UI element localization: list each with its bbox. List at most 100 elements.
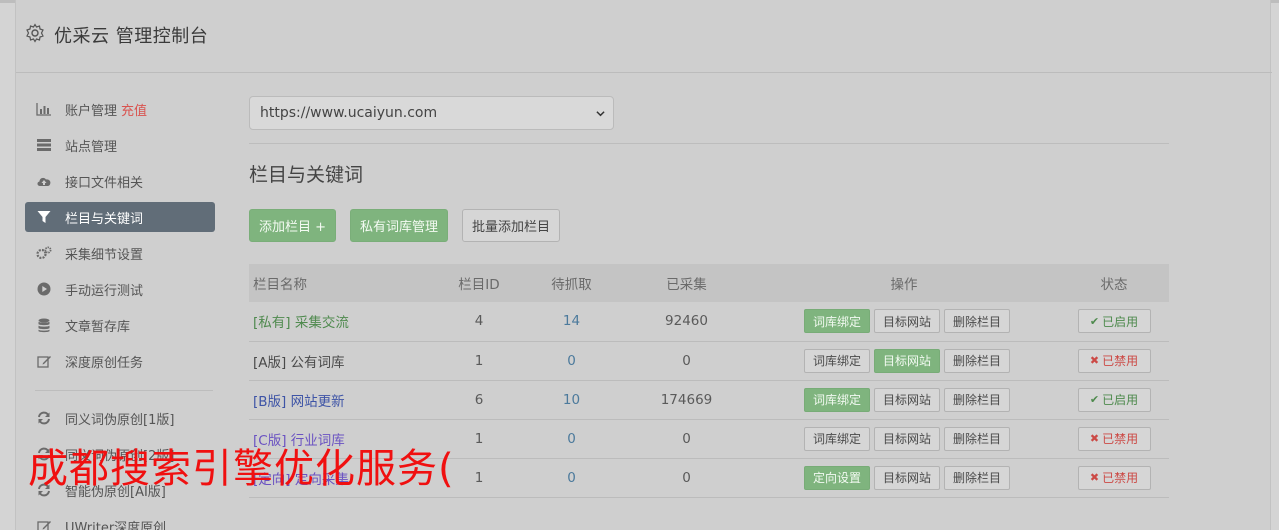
status-toggle[interactable]: ✔ 已启用 [1077, 387, 1151, 412]
table-row: [A版] 公有词库 1 0 0 词库绑定 目标网站 删除栏目 ✖ 已禁用 [249, 341, 1169, 380]
database-icon [36, 317, 52, 333]
target-site-button[interactable]: 目标网站 [873, 309, 940, 334]
status-label: 已启用 [1102, 393, 1139, 407]
chevron-down-icon [596, 111, 605, 117]
pending-count: 10 [562, 391, 581, 408]
sidebar-item-account[interactable]: 账户管理 充值 [25, 94, 215, 124]
delete-column-button[interactable]: 删除栏目 [944, 387, 1011, 412]
col-header-collected: 已采集 [666, 277, 707, 293]
status-label: 已禁用 [1102, 432, 1139, 446]
status-toggle[interactable]: ✖ 已禁用 [1077, 426, 1151, 451]
sidebar-item-api-files[interactable]: 接口文件相关 [25, 166, 215, 196]
server-icon [36, 137, 52, 153]
cogs-icon [36, 245, 52, 261]
col-header-id: 栏目ID [458, 277, 500, 293]
sidebar-divider [35, 390, 213, 391]
column-id: 4 [474, 313, 484, 330]
sidebar-item-columns-keywords[interactable]: 栏目与关键词 [25, 202, 215, 232]
watermark-text: 成都搜索引擎优化服务( [28, 446, 455, 492]
collected-count: 0 [682, 352, 691, 369]
check-icon: ✔ [1089, 393, 1100, 406]
gear-icon [26, 23, 44, 43]
col-header-pending: 待抓取 [551, 277, 592, 293]
col-header-name: 栏目名称 [253, 277, 307, 293]
column-id: 1 [474, 352, 484, 369]
sidebar-item-label: 接口文件相关 [65, 175, 144, 191]
close-icon: ✖ [1089, 471, 1100, 484]
sidebar-item-sites[interactable]: 站点管理 [25, 130, 215, 160]
delete-column-button[interactable]: 删除栏目 [944, 309, 1011, 334]
play-circle-icon [36, 281, 52, 297]
bind-lib-button[interactable]: 词库绑定 [803, 348, 870, 373]
add-column-button[interactable]: 添加栏目 + [249, 209, 337, 242]
sidebar-item-label: UWriter深度原创 [65, 520, 167, 530]
close-icon: ✖ [1089, 432, 1100, 445]
delete-column-button[interactable]: 删除栏目 [944, 465, 1011, 490]
target-site-button[interactable]: 目标网站 [873, 348, 940, 373]
sidebar-item-label: 站点管理 [65, 139, 118, 155]
delete-column-button[interactable]: 删除栏目 [944, 426, 1011, 451]
bar-chart-icon [36, 101, 52, 117]
pending-count: 0 [567, 430, 576, 447]
sidebar-item-deep-original[interactable]: 深度原创任务 [25, 346, 215, 376]
check-icon: ✔ [1089, 314, 1100, 328]
filter-icon [36, 209, 52, 225]
pending-count: 0 [567, 352, 576, 369]
target-site-button[interactable]: 目标网站 [873, 465, 940, 490]
table-header-row: 栏目名称 栏目ID 待抓取 已采集 操作 状态 [249, 264, 1169, 302]
status-toggle[interactable]: ✖ 已禁用 [1077, 465, 1151, 490]
pending-count: 0 [567, 469, 576, 486]
sidebar-item-label: 同义词伪原创[1版] [65, 412, 175, 428]
page-title: 优采云 管理控制台 [54, 26, 209, 47]
sidebar-item-label: 采集细节设置 [65, 247, 144, 263]
recharge-link[interactable]: 充值 [121, 100, 147, 119]
sidebar-item-label: 文章暂存库 [65, 319, 131, 335]
collected-count: 174669 [660, 391, 713, 408]
header: 优采云 管理控制台 [16, 3, 1272, 73]
collected-count: 92460 [665, 313, 708, 330]
bind-lib-button[interactable]: 词库绑定 [803, 426, 870, 451]
sidebar-item-collect-settings[interactable]: 采集细节设置 [25, 238, 215, 268]
sidebar-item-label: 手动运行测试 [65, 283, 144, 299]
sidebar-item-uwriter[interactable]: UWriter深度原创 [25, 511, 215, 530]
status-label: 已禁用 [1102, 471, 1139, 485]
column-name-link[interactable]: [B版] 网站更新 [253, 394, 345, 410]
private-lib-button[interactable]: 私有词库管理 [350, 209, 449, 242]
sidebar-item-article-store[interactable]: 文章暂存库 [25, 310, 215, 340]
refresh-icon [36, 410, 52, 426]
directed-settings-button[interactable]: 定向设置 [803, 465, 870, 490]
batch-add-button[interactable]: 批量添加栏目 [462, 209, 561, 242]
close-icon: ✖ [1089, 354, 1100, 367]
cloud-upload-icon [36, 173, 52, 189]
edit-icon [36, 353, 52, 369]
sidebar-item-label: 深度原创任务 [65, 355, 144, 371]
pending-count: 14 [562, 313, 581, 330]
column-name-link[interactable]: [A版] 公有词库 [253, 355, 345, 371]
target-site-button[interactable]: 目标网站 [873, 387, 940, 412]
col-header-ops: 操作 [890, 277, 918, 293]
collected-count: 0 [682, 469, 691, 486]
action-buttons: 添加栏目 + 私有词库管理 批量添加栏目 [249, 209, 1169, 242]
section-title: 栏目与关键词 [249, 164, 364, 186]
divider [249, 143, 1169, 144]
sidebar-item-synonym-v1[interactable]: 同义词伪原创[1版] [25, 403, 215, 433]
target-site-button[interactable]: 目标网站 [873, 426, 940, 451]
site-select-value: https://www.ucaiyun.com [260, 105, 438, 121]
status-label: 已禁用 [1102, 354, 1139, 368]
site-select[interactable]: https://www.ucaiyun.com [249, 96, 614, 130]
status-toggle[interactable]: ✖ 已禁用 [1077, 348, 1151, 373]
table-row: [私有] 采集交流 4 14 92460 词库绑定 目标网站 删除栏目 ✔ 已启用 [249, 302, 1169, 341]
sidebar-item-label: 栏目与关键词 [65, 211, 144, 227]
column-id: 6 [474, 391, 484, 408]
sidebar-item-manual-run[interactable]: 手动运行测试 [25, 274, 215, 304]
status-toggle[interactable]: ✔ 已启用 [1077, 309, 1151, 334]
sidebar-item-label: 账户管理 [65, 103, 118, 119]
edit-icon [36, 518, 52, 530]
column-name-link[interactable]: [私有] 采集交流 [253, 315, 349, 331]
col-header-status: 状态 [1100, 277, 1128, 293]
collected-count: 0 [682, 430, 691, 447]
bind-lib-button[interactable]: 词库绑定 [803, 309, 870, 334]
delete-column-button[interactable]: 删除栏目 [944, 348, 1011, 373]
table-row: [B版] 网站更新 6 10 174669 词库绑定 目标网站 删除栏目 ✔ 已启用 [249, 380, 1169, 419]
bind-lib-button[interactable]: 词库绑定 [803, 387, 870, 412]
